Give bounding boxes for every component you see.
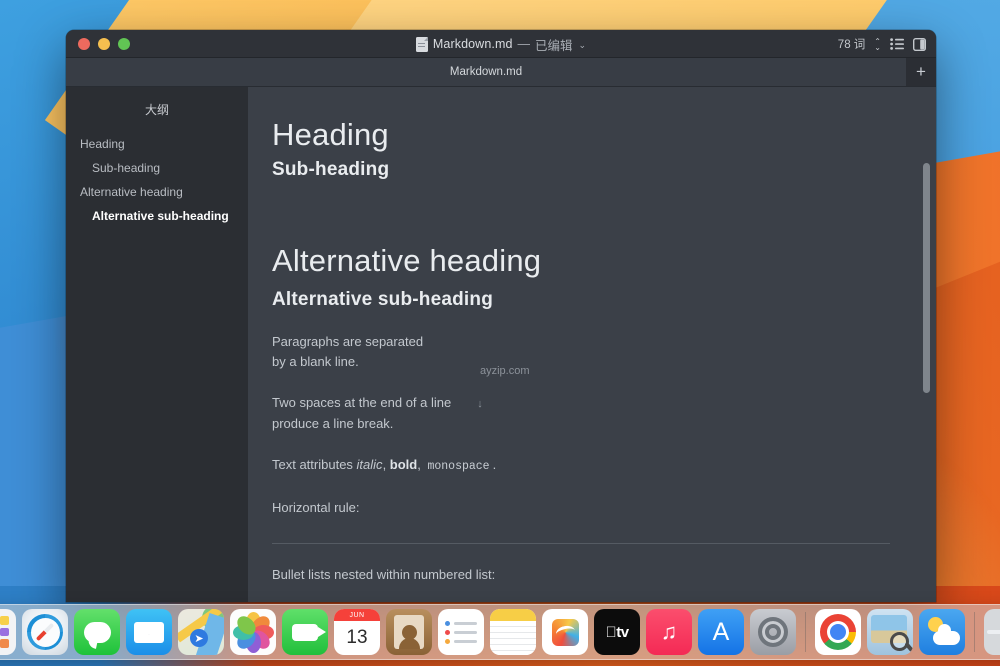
dock-item-preview[interactable]: [867, 609, 913, 655]
music-note-icon: ♫: [660, 619, 678, 644]
paragraph-horizontal-rule-label: Horizontal rule:: [272, 500, 360, 515]
app-store-glyph: A: [712, 617, 730, 646]
paragraph-separated-line-1: Paragraphs are separated: [272, 334, 424, 349]
dock-item-weather[interactable]: [919, 609, 965, 655]
tv-label: tv: [610, 623, 629, 641]
window-title-group: Markdown.md — 已编辑 ⌄: [66, 30, 936, 58]
minimize-button[interactable]: [98, 37, 110, 50]
text-attributes-comma-1: ,: [382, 457, 390, 472]
markdown-document[interactable]: Heading Sub-heading Alternative heading …: [248, 87, 936, 602]
paragraph-bullet-lists-label: Bullet lists nested within numbered list…: [272, 567, 496, 582]
dock-item-reminders[interactable]: [438, 609, 484, 655]
dock-item-system-settings[interactable]: [750, 609, 796, 655]
scrollbar-thumb[interactable]: [923, 163, 930, 393]
calendar-day-label: 13: [346, 627, 368, 648]
calendar-month-label: JUN: [334, 609, 380, 621]
window-title-filename: Markdown.md: [432, 37, 513, 51]
paragraph-separated: Paragraphs are separated by a blank line…: [272, 332, 890, 372]
line-break-marker-icon: ↓: [477, 398, 483, 410]
window-title-edited-state: 已编辑: [535, 38, 573, 53]
sidebar-item-alternative-sub-heading[interactable]: Alternative sub-heading: [66, 204, 248, 228]
dock-item-photos[interactable]: [230, 609, 276, 655]
dock-item-notes[interactable]: [490, 609, 536, 655]
bulleted-list-icon[interactable]: [890, 38, 904, 50]
dock-item-freeform[interactable]: [542, 609, 588, 655]
word-count-stepper[interactable]: ⌃ ⌄: [874, 37, 881, 51]
dock-item-maps[interactable]: ➤: [178, 609, 224, 655]
paragraph-separated-line-2: by a blank line.: [272, 354, 359, 369]
window-titlebar: Markdown.md — 已编辑 ⌄ 78 词 ⌃ ⌄: [66, 30, 936, 58]
outline-header: 大纲: [144, 103, 169, 117]
dock-separator-2: [974, 612, 975, 652]
paragraph-text-attributes: Text attributes italic, bold, monospace.: [272, 455, 890, 477]
tv-glyph: : [605, 624, 616, 641]
document-subheading-2: Alternative sub-heading: [272, 289, 494, 310]
editor-pane[interactable]: Heading Sub-heading Alternative heading …: [248, 87, 936, 602]
dock-item-contacts[interactable]: [386, 609, 432, 655]
sidebar-toggle-icon[interactable]: [913, 37, 926, 51]
document-subheading-1: Sub-heading: [272, 159, 390, 180]
horizontal-rule: [272, 543, 890, 544]
sidebar-item-alternative-heading[interactable]: Alternative heading: [66, 180, 248, 204]
markdown-editor-window: Markdown.md — 已编辑 ⌄ 78 词 ⌃ ⌄ Markdown.md…: [66, 30, 936, 602]
window-title-separator: —: [517, 37, 531, 51]
zoom-button[interactable]: [118, 37, 130, 50]
dock-item-calendar[interactable]: JUN 13: [334, 609, 380, 655]
outline-sidebar: 大纲 Heading Sub-heading Alternative headi…: [66, 87, 248, 602]
watermark-text: ayzip.com: [480, 365, 530, 377]
paragraph-linebreak-text: Two spaces at the end of a line: [272, 395, 452, 410]
chevron-down-icon[interactable]: ⌄: [579, 40, 587, 51]
dock-separator-1: [805, 612, 806, 652]
dock-item-mail[interactable]: [126, 609, 172, 655]
dock-item-messages[interactable]: [74, 609, 120, 655]
dock-item-app-store[interactable]: A: [698, 609, 744, 655]
text-attributes-prefix: Text attributes: [272, 457, 357, 472]
paragraph-linebreak-line-2: produce a line break.: [272, 416, 394, 431]
titlebar-right-controls: 78 词 ⌃ ⌄: [838, 30, 926, 58]
paragraph-linebreak-line-1: Two spaces at the end of a line ↓: [272, 393, 890, 414]
dock-item-music[interactable]: ♫: [646, 609, 692, 655]
document-heading-2: Alternative heading: [272, 243, 542, 278]
dock-item-launchpad[interactable]: [0, 609, 16, 655]
tab-markdown-md[interactable]: Markdown.md: [66, 58, 906, 86]
dock: ➤ JUN 13 tv ♫ A: [0, 604, 1000, 660]
sidebar-item-heading[interactable]: Heading: [66, 132, 248, 156]
text-attributes-monospace: monospace: [427, 460, 490, 473]
dock-item-tv[interactable]: tv: [594, 609, 640, 655]
dock-item-facetime[interactable]: [282, 609, 328, 655]
window-body: 大纲 Heading Sub-heading Alternative headi…: [66, 87, 936, 602]
vertical-scrollbar[interactable]: [923, 163, 930, 602]
paragraph-linebreak: Two spaces at the end of a line ↓ produce…: [272, 393, 890, 434]
text-attributes-bold: bold: [389, 457, 418, 472]
text-attributes-italic: italic: [356, 457, 383, 472]
stepper-down-icon[interactable]: ⌄: [874, 43, 881, 51]
dock-item-chrome[interactable]: [815, 609, 861, 655]
close-button[interactable]: [78, 37, 90, 50]
dock-item-screenshots-folder[interactable]: [984, 609, 1000, 655]
dock-item-safari[interactable]: [22, 609, 68, 655]
text-attributes-suffix: .: [492, 457, 497, 472]
new-tab-button[interactable]: +: [906, 58, 936, 86]
document-icon: [415, 36, 428, 52]
window-controls: [66, 37, 130, 50]
desktop: Markdown.md — 已编辑 ⌄ 78 词 ⌃ ⌄ Markdown.md…: [0, 0, 1000, 666]
document-heading-1: Heading: [272, 117, 389, 152]
tab-bar: Markdown.md +: [66, 58, 936, 87]
word-count-label: 78 词: [837, 39, 866, 51]
sidebar-item-sub-heading[interactable]: Sub-heading: [66, 156, 248, 180]
